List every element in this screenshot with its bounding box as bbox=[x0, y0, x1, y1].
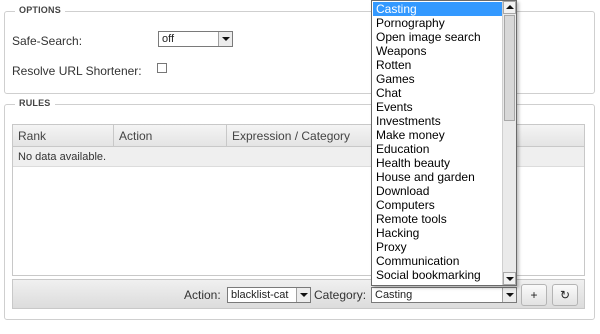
dropdown-option[interactable]: Investments bbox=[373, 114, 503, 128]
dropdown-option[interactable]: Download bbox=[373, 184, 503, 198]
dropdown-option[interactable]: Weapons bbox=[373, 44, 503, 58]
column-expression-category[interactable]: Expression / Category bbox=[227, 125, 387, 147]
chevron-down-icon bbox=[296, 288, 310, 302]
resolve-url-checkbox[interactable] bbox=[157, 63, 167, 73]
chevron-down-icon bbox=[502, 288, 516, 302]
category-value: Casting bbox=[375, 289, 413, 301]
dropdown-option[interactable]: Proxy bbox=[373, 240, 503, 254]
refresh-icon: ↻ bbox=[559, 288, 571, 302]
dropdown-scrollbar[interactable] bbox=[502, 1, 516, 285]
action-value: blacklist-cat bbox=[231, 289, 289, 301]
dropdown-option[interactable]: Health beauty bbox=[373, 156, 503, 170]
resolve-url-label: Resolve URL Shortener: bbox=[12, 64, 142, 78]
scroll-thumb[interactable] bbox=[504, 15, 515, 121]
dropdown-option[interactable]: Remote tools bbox=[373, 212, 503, 226]
options-legend: OPTIONS bbox=[15, 5, 65, 15]
dropdown-option[interactable]: Pornography bbox=[373, 16, 503, 30]
dropdown-option[interactable]: Rotten bbox=[373, 58, 503, 72]
arrow-up-icon bbox=[506, 5, 514, 9]
refresh-button[interactable]: ↻ bbox=[552, 284, 578, 306]
arrow-down-icon bbox=[506, 277, 514, 281]
dropdown-option[interactable]: Education bbox=[373, 142, 503, 156]
scroll-up-button[interactable] bbox=[503, 1, 516, 14]
dropdown-option[interactable]: Make money bbox=[373, 128, 503, 142]
dropdown-option[interactable]: Social bookmarking bbox=[373, 268, 503, 282]
safe-search-select[interactable]: off bbox=[158, 31, 233, 47]
dropdown-option[interactable]: Open image search bbox=[373, 30, 503, 44]
dropdown-option[interactable]: Casting bbox=[373, 2, 503, 16]
dropdown-option[interactable]: Games bbox=[373, 72, 503, 86]
category-select[interactable]: Casting bbox=[371, 287, 517, 303]
dropdown-option[interactable]: Communication bbox=[373, 254, 503, 268]
chevron-down-icon bbox=[218, 32, 232, 46]
rules-legend: RULES bbox=[15, 98, 55, 108]
category-dropdown-list[interactable]: Casting Pornography Open image search We… bbox=[371, 0, 517, 286]
category-label: Category: bbox=[314, 288, 367, 302]
dropdown-option[interactable]: Hacking bbox=[373, 226, 503, 240]
column-action[interactable]: Action bbox=[114, 125, 226, 147]
dropdown-option[interactable]: Computers bbox=[373, 198, 503, 212]
dropdown-option[interactable]: Events bbox=[373, 100, 503, 114]
safe-search-label: Safe-Search: bbox=[12, 34, 83, 48]
add-rule-button[interactable]: + bbox=[521, 284, 547, 306]
column-rank[interactable]: Rank bbox=[13, 125, 113, 147]
safe-search-value: off bbox=[162, 33, 175, 45]
action-label: Action: bbox=[184, 288, 221, 302]
action-select[interactable]: blacklist-cat bbox=[227, 287, 311, 303]
plus-icon: + bbox=[530, 288, 538, 302]
dropdown-option[interactable]: House and garden bbox=[373, 170, 503, 184]
scroll-down-button[interactable] bbox=[503, 272, 516, 285]
dropdown-option[interactable]: Chat bbox=[373, 86, 503, 100]
